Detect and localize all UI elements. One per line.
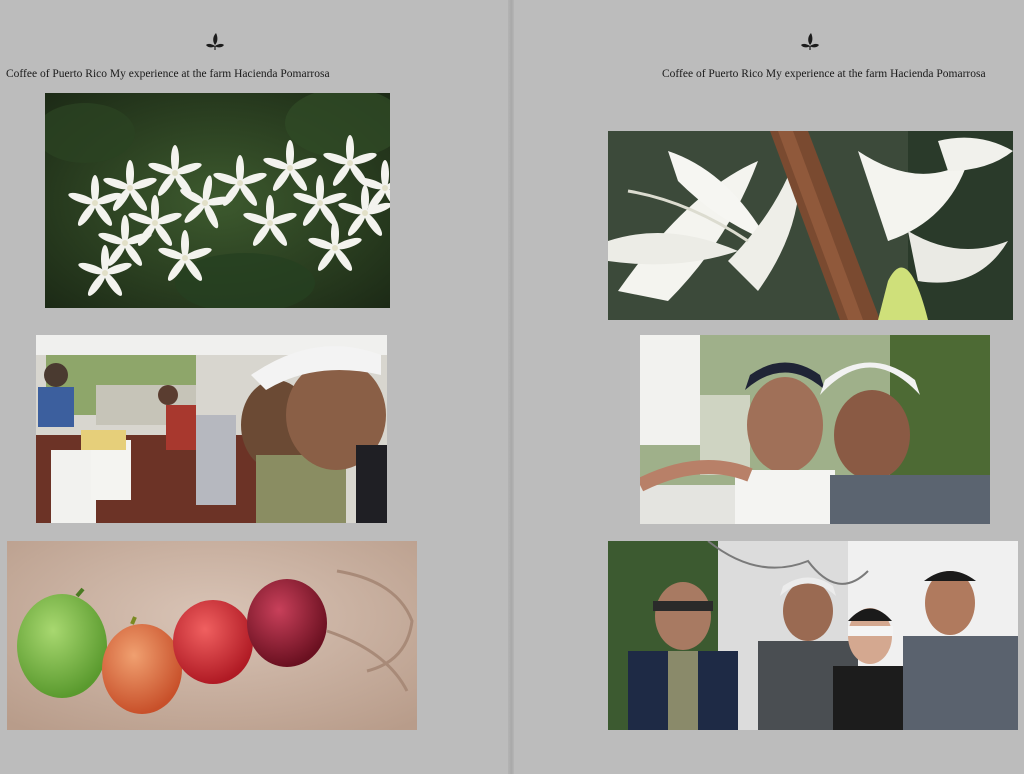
page-header: Coffee of Puerto Rico My experience at t… (6, 68, 330, 80)
group-photo (608, 541, 1018, 730)
blossom-closeup-photo (608, 131, 1013, 320)
left-page[interactable]: Coffee of Puerto Rico My experience at t… (0, 0, 511, 774)
coffee-blossoms-photo (45, 93, 390, 308)
two-men-selfie-photo (640, 335, 990, 524)
sorting-coffee-selfie-photo (36, 335, 387, 523)
right-page[interactable]: Coffee of Puerto Rico My experience at t… (514, 0, 1024, 774)
page-header: Coffee of Puerto Rico My experience at t… (662, 68, 986, 80)
leaf-ornament-icon (206, 33, 224, 50)
coffee-cherries-photo (7, 541, 417, 730)
leaf-ornament-icon (801, 33, 819, 50)
book-spread: Coffee of Puerto Rico My experience at t… (0, 0, 1024, 774)
